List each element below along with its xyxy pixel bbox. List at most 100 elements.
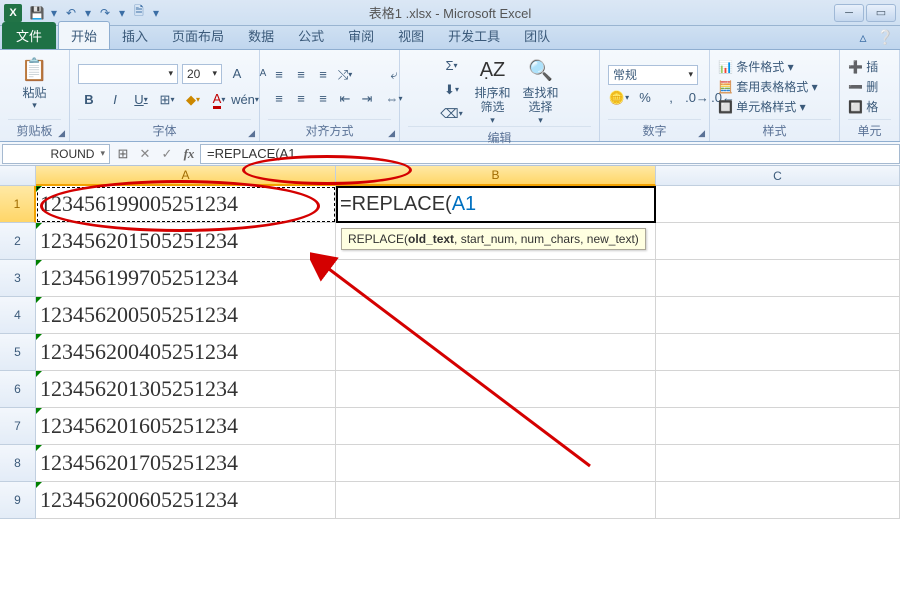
cell[interactable]: 123456201505251234 — [36, 223, 336, 260]
delete-cells-button[interactable]: ➖ 删 — [848, 78, 878, 95]
tab-review[interactable]: 审阅 — [336, 22, 386, 49]
tab-developer[interactable]: 开发工具 — [436, 22, 512, 49]
currency-button[interactable]: 🪙▾ — [608, 87, 630, 109]
cell[interactable] — [656, 223, 900, 260]
ribbon-minimize-icon[interactable]: ▵ — [860, 29, 867, 46]
phonetic-button[interactable]: wén▾ — [234, 89, 256, 111]
autosum-button[interactable]: Σ▾ — [438, 55, 466, 77]
align-top-icon[interactable]: ≡ — [268, 64, 290, 86]
percent-button[interactable]: % — [634, 87, 656, 109]
cell-style-button[interactable]: 🔲 单元格样式 ▾ — [718, 98, 818, 115]
align-launcher[interactable]: ◢ — [388, 128, 395, 139]
underline-button[interactable]: U▾ — [130, 89, 152, 111]
cell[interactable] — [336, 297, 656, 334]
insert-function-button[interactable]: fx — [178, 144, 200, 164]
cell[interactable] — [336, 371, 656, 408]
file-tab[interactable]: 文件 — [2, 22, 56, 49]
align-right-icon[interactable]: ≡ — [312, 88, 334, 110]
cell[interactable] — [656, 260, 900, 297]
cell[interactable] — [336, 408, 656, 445]
cell[interactable]: 123456200405251234 — [36, 334, 336, 371]
cell[interactable]: 123456200605251234 — [36, 482, 336, 519]
tab-home[interactable]: 开始 — [58, 21, 110, 49]
row-header[interactable]: 7 — [0, 408, 36, 445]
cell[interactable] — [656, 371, 900, 408]
italic-button[interactable]: I — [104, 89, 126, 111]
undo-dropdown[interactable]: ▾ — [84, 4, 92, 22]
cell[interactable] — [336, 482, 656, 519]
font-name-combo[interactable]: ▾ — [78, 64, 178, 84]
cell[interactable]: =REPLACE(A1 — [336, 186, 656, 223]
font-launcher[interactable]: ◢ — [248, 128, 255, 139]
accept-formula-button[interactable]: ✓ — [156, 144, 178, 164]
undo-icon[interactable]: ↶ — [62, 4, 80, 22]
row-header[interactable]: 8 — [0, 445, 36, 482]
qat-dropdown-1[interactable]: ▾ — [50, 4, 58, 22]
row-header[interactable]: 4 — [0, 297, 36, 334]
col-header-b[interactable]: B — [336, 166, 656, 186]
sort-filter-button[interactable]: ẠZ 排序和筛选 ▾ — [472, 54, 514, 126]
increase-font-icon[interactable]: A — [226, 63, 248, 85]
cell[interactable]: 123456199005251234 — [36, 186, 336, 223]
cond-format-button[interactable]: 📊 条件格式 ▾ — [718, 58, 818, 75]
format-cells-button[interactable]: 🔲 格 — [848, 98, 878, 115]
cell[interactable]: 123456201705251234 — [36, 445, 336, 482]
paste-button[interactable]: 📋 粘贴 ▾ — [14, 54, 56, 111]
row-header[interactable]: 3 — [0, 260, 36, 297]
cell[interactable] — [656, 334, 900, 371]
align-middle-icon[interactable]: ≡ — [290, 64, 312, 86]
find-select-button[interactable]: 🔍 查找和选择 ▾ — [520, 54, 562, 126]
help-icon[interactable]: ❔ — [877, 29, 894, 46]
font-size-combo[interactable]: 20▾ — [182, 64, 222, 84]
select-all-corner[interactable] — [0, 166, 36, 186]
qat-dropdown-2[interactable]: ▾ — [152, 4, 160, 22]
row-header[interactable]: 1 — [0, 186, 36, 223]
name-box-dropdown-icon[interactable]: ▾ — [100, 148, 105, 159]
align-center-icon[interactable]: ≡ — [290, 88, 312, 110]
cell[interactable] — [656, 186, 900, 223]
redo-dropdown[interactable]: ▾ — [118, 4, 126, 22]
cell[interactable] — [656, 482, 900, 519]
clear-button[interactable]: ⌫▾ — [438, 103, 466, 125]
tab-data[interactable]: 数据 — [236, 22, 286, 49]
decrease-indent-icon[interactable]: ⇤ — [334, 88, 356, 110]
bold-button[interactable]: B — [78, 89, 100, 111]
col-header-c[interactable]: C — [656, 166, 900, 186]
orientation-icon[interactable]: ⤭▾ — [334, 64, 356, 86]
insert-cells-button[interactable]: ➕ 插 — [848, 58, 878, 75]
align-bottom-icon[interactable]: ≡ — [312, 64, 334, 86]
cell[interactable] — [656, 445, 900, 482]
cell[interactable] — [336, 260, 656, 297]
number-format-combo[interactable]: 常规▾ — [608, 65, 698, 85]
name-box[interactable]: ROUND ▾ — [2, 144, 110, 164]
cancel-formula-button[interactable]: ✕ — [134, 144, 156, 164]
align-left-icon[interactable]: ≡ — [268, 88, 290, 110]
comma-button[interactable]: , — [660, 87, 682, 109]
tab-formulas[interactable]: 公式 — [286, 22, 336, 49]
table-format-button[interactable]: 🧮 套用表格格式 ▾ — [718, 78, 818, 95]
col-header-a[interactable]: A — [36, 166, 336, 186]
tab-team[interactable]: 团队 — [512, 22, 562, 49]
tab-view[interactable]: 视图 — [386, 22, 436, 49]
cell[interactable] — [336, 445, 656, 482]
row-header[interactable]: 5 — [0, 334, 36, 371]
cell[interactable]: 123456199705251234 — [36, 260, 336, 297]
number-launcher[interactable]: ◢ — [698, 128, 705, 139]
minimize-button[interactable]: ─ — [834, 4, 864, 22]
fill-color-button[interactable]: ◆▾ — [182, 89, 204, 111]
print-preview-icon[interactable]: 🗎 — [130, 4, 148, 22]
redo-icon[interactable]: ↷ — [96, 4, 114, 22]
clipboard-launcher[interactable]: ◢ — [58, 128, 65, 139]
border-button[interactable]: ⊞▾ — [156, 89, 178, 111]
cell[interactable] — [656, 297, 900, 334]
save-icon[interactable]: 💾 — [28, 4, 46, 22]
cell[interactable]: 123456201605251234 — [36, 408, 336, 445]
restore-button[interactable]: ▭ — [866, 4, 896, 22]
fill-button[interactable]: ⬇▾ — [438, 79, 466, 101]
cell[interactable]: 123456200505251234 — [36, 297, 336, 334]
row-header[interactable]: 6 — [0, 371, 36, 408]
font-color-button[interactable]: A▾ — [208, 89, 230, 111]
cell[interactable] — [336, 334, 656, 371]
row-header[interactable]: 9 — [0, 482, 36, 519]
formula-input[interactable]: =REPLACE(A1 — [200, 144, 900, 164]
